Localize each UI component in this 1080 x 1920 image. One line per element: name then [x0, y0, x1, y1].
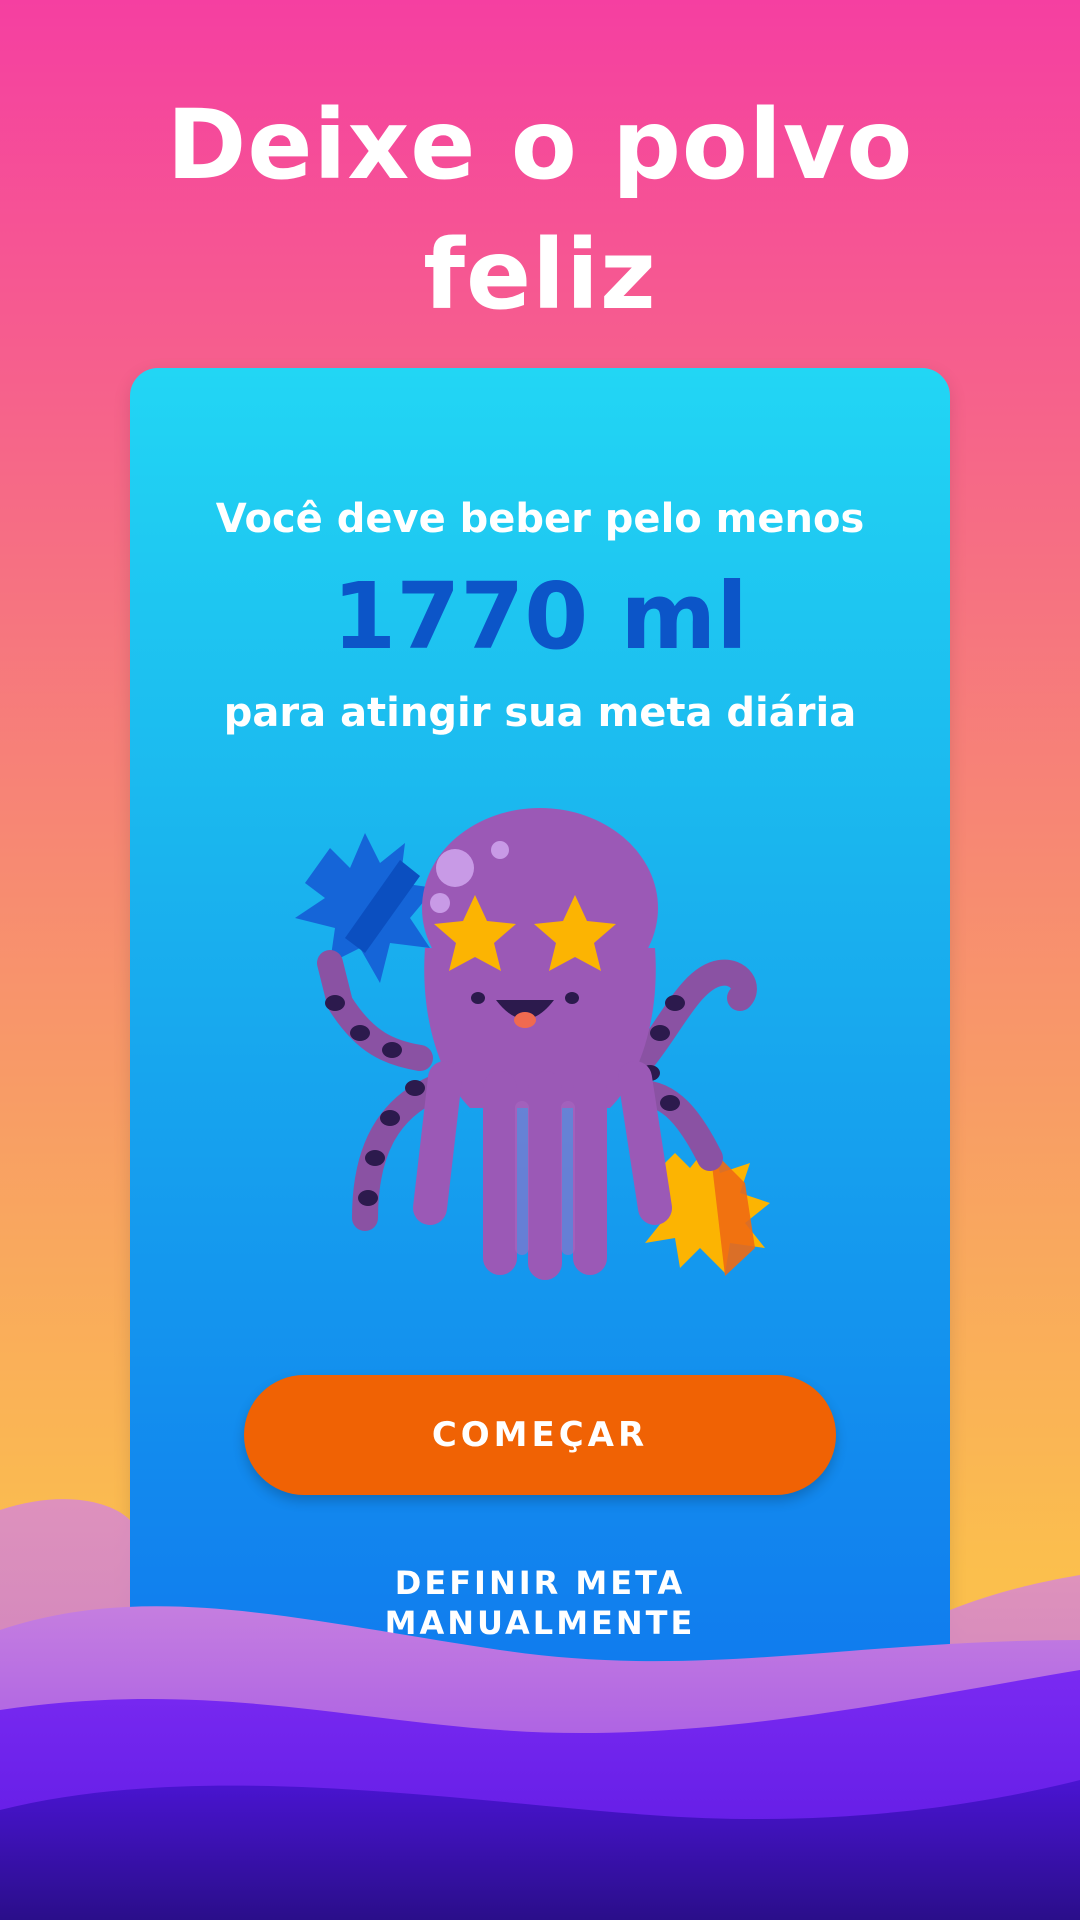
- goal-intro-text: Você deve beber pelo menos: [215, 496, 865, 542]
- wave-decoration: [0, 1499, 1080, 1920]
- octopus-illustration-icon: [295, 808, 770, 1280]
- blue-pompom-icon: [295, 833, 435, 983]
- page-title: Deixe o polvo feliz: [0, 80, 1080, 340]
- daily-goal-value: 1770 ml: [332, 563, 748, 670]
- start-button[interactable]: COMEÇAR: [244, 1375, 836, 1495]
- goal-outro-text: para atingir sua meta diária: [223, 690, 857, 736]
- page-title-line-2: feliz: [423, 219, 657, 331]
- page-title-line-1: Deixe o polvo: [166, 89, 914, 201]
